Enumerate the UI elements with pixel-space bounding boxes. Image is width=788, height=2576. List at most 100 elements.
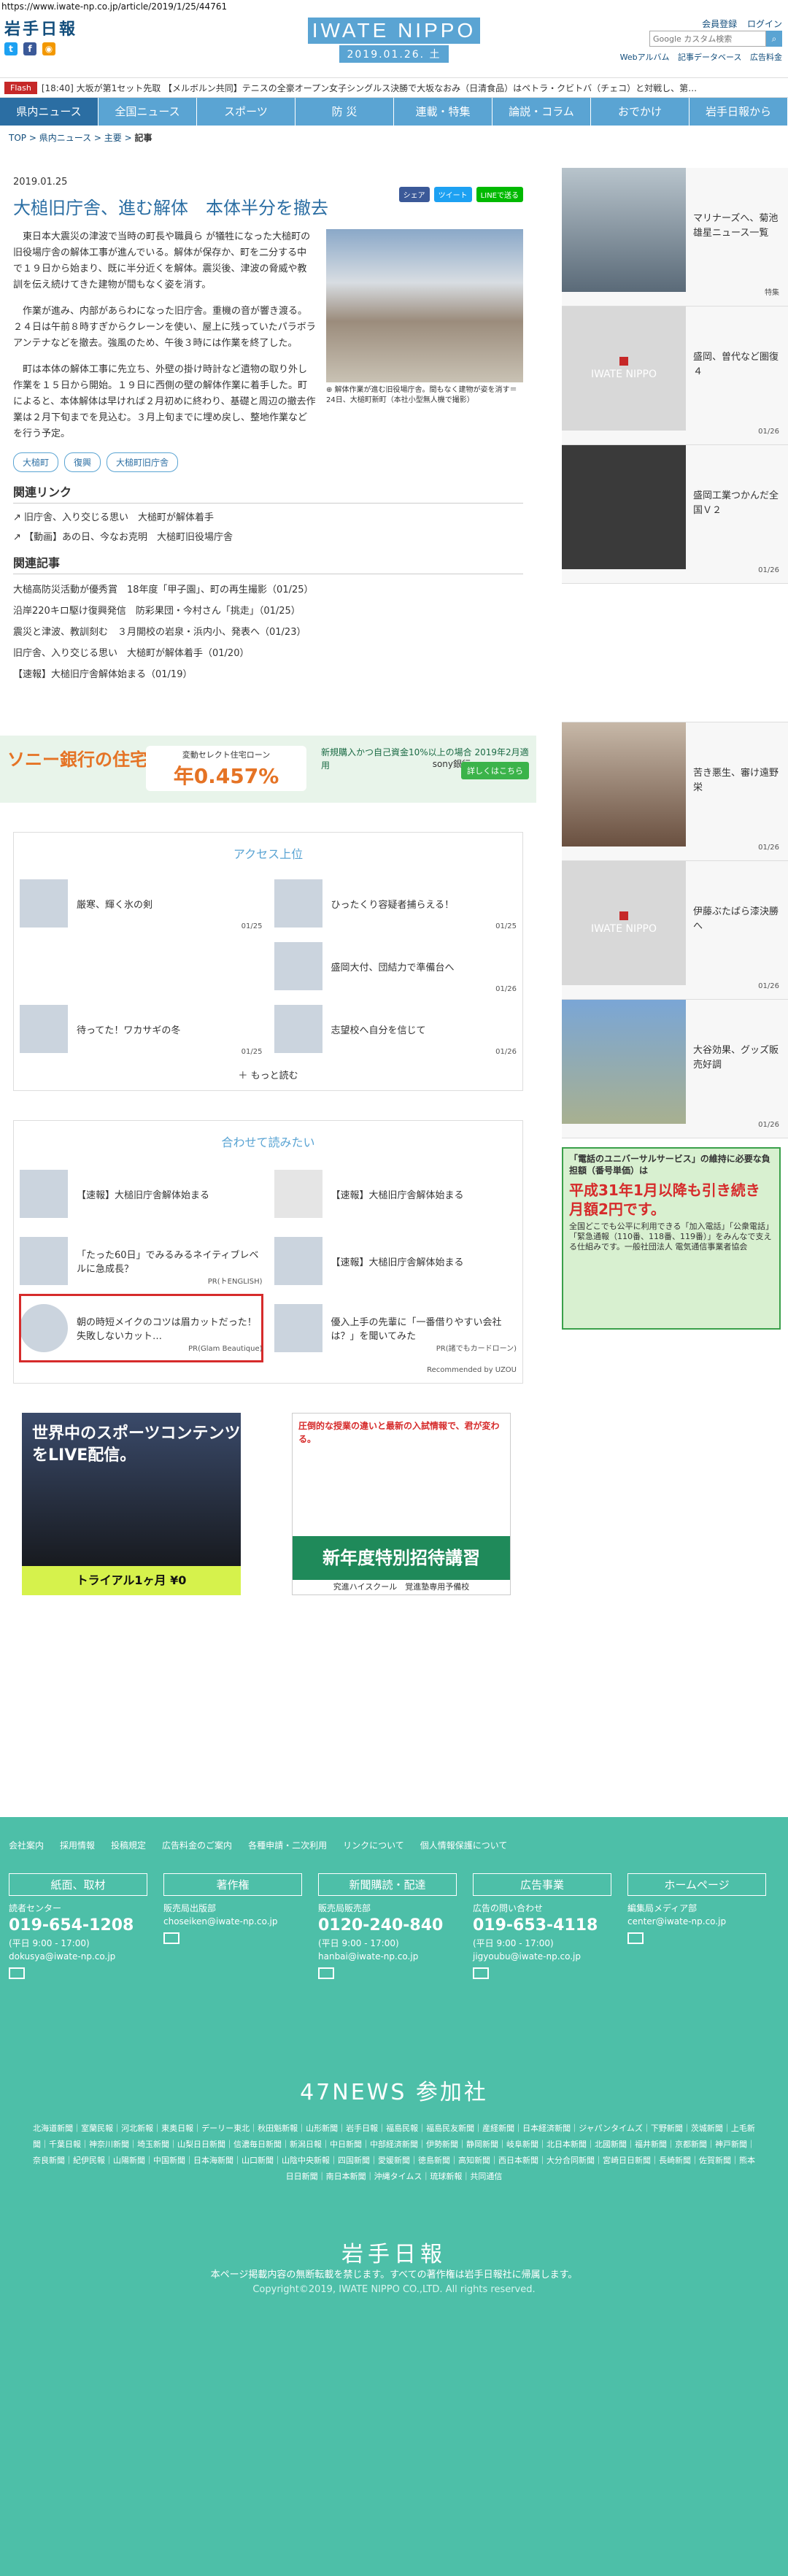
iwate-nippo-placeholder-icon[interactable]: IWATE NIPPO <box>562 306 686 431</box>
flash-ticker[interactable]: Flash [18:40] 大坂が第1セット先取 【メルボルン共同】テニスの全豪… <box>0 77 788 98</box>
thumbnail[interactable] <box>274 1005 322 1053</box>
thumbnail[interactable] <box>274 1304 322 1352</box>
thumbnail[interactable] <box>562 1000 686 1124</box>
mail-icon[interactable] <box>627 1932 644 1944</box>
footer-mail[interactable]: hanbai@iwate-np.co.jp <box>318 1950 457 1963</box>
iwate-nippo-placeholder-icon[interactable]: IWATE NIPPO <box>562 861 686 985</box>
nav-series[interactable]: 連載・特集 <box>394 98 492 126</box>
related-news-item[interactable]: 震災と津波、教訓刻む ３月開校の岩泉・浜内小、発表へ（01/23） <box>13 624 523 638</box>
thumbnail[interactable] <box>20 1170 68 1218</box>
nav-outing[interactable]: おでかけ <box>591 98 690 126</box>
sidebar-item[interactable]: 大谷効果、グッズ販売好調 01/26 <box>562 1000 788 1138</box>
access-item[interactable]: 待ってた！ワカサギの冬 01/25 <box>20 998 263 1060</box>
brand-block[interactable]: IWATE NIPPO 2019.01.26. 土 <box>306 18 482 63</box>
tag-old-building[interactable]: 大槌町旧庁舎 <box>107 452 179 472</box>
mail-icon[interactable] <box>473 1967 489 1979</box>
footer-link[interactable]: リンクについて <box>343 1839 404 1851</box>
footer-link[interactable]: 会社案内 <box>9 1839 44 1851</box>
thumbnail[interactable] <box>562 722 686 847</box>
sublink-ad[interactable]: 広告料金 <box>750 53 782 62</box>
footer-col-heading[interactable]: 著作権 <box>163 1873 302 1896</box>
footer-phone[interactable]: 0120-240-840 <box>318 1915 457 1937</box>
footer-col-heading[interactable]: 新聞購読・配達 <box>318 1873 457 1896</box>
nav-local-news[interactable]: 県内ニュース <box>0 98 98 126</box>
sidebar-item[interactable]: IWATE NIPPO 伊藤ぶたばら漆決勝へ 01/26 <box>562 861 788 1000</box>
footer-col-heading[interactable]: 紙面、取材 <box>9 1873 147 1896</box>
sidebar-item[interactable]: IWATE NIPPO 盛岡、曽代など圏復４ 01/26 <box>562 306 788 445</box>
related-link[interactable]: 【動画】あの日、今なお克明 大槌町旧役場庁舎 <box>13 529 523 543</box>
twitter-icon[interactable]: t <box>4 42 18 55</box>
footer-col-heading[interactable]: ホームページ <box>627 1873 766 1896</box>
related-link[interactable]: 旧庁舎、入り交じる思い 大槌町が解体着手 <box>13 509 523 523</box>
footer-mail[interactable]: dokusya@iwate-np.co.jp <box>9 1950 147 1963</box>
footer-link[interactable]: 各種申請・二次利用 <box>248 1839 327 1851</box>
related-news-item[interactable]: 旧庁舎、入り交じる思い 大槌町が解体着手（01/20） <box>13 645 523 659</box>
juku-ad[interactable]: 圧倒的な授業の違いと最新の入試情報で、君が変わる。 新年度特別招待講習 究進ハイ… <box>292 1413 511 1595</box>
flash-text[interactable]: [18:40] 大坂が第1セット先取 【メルボルン共同】テニスの全豪オープン女子… <box>42 82 697 94</box>
ad-details-button[interactable]: 詳しくはこちら <box>461 762 529 779</box>
thumbnail[interactable] <box>562 168 686 292</box>
footer-col-heading[interactable]: 広告事業 <box>473 1873 611 1896</box>
footer-mail[interactable]: jigyoubu@iwate-np.co.jp <box>473 1950 611 1963</box>
login-link[interactable]: ログイン <box>747 19 782 29</box>
mail-icon[interactable] <box>9 1967 25 1979</box>
access-item[interactable]: 志望校へ自分を信じて 01/26 <box>274 998 517 1060</box>
sidebar-item[interactable]: 盛岡工業つかんだ全国Ｖ２ 01/26 <box>562 445 788 584</box>
sublink-database[interactable]: 記事データベース <box>678 53 741 62</box>
thumbnail[interactable] <box>20 1237 68 1285</box>
register-link[interactable]: 会員登録 <box>702 19 737 29</box>
mail-icon[interactable] <box>163 1932 179 1944</box>
share-twitter-button[interactable]: ツイート <box>433 187 472 202</box>
breadcrumb-top[interactable]: TOP <box>9 133 26 143</box>
tag-otsuchi[interactable]: 大槌町 <box>13 452 59 472</box>
site-logo[interactable]: 岩手日報 <box>4 16 77 39</box>
nav-national-news[interactable]: 全国ニュース <box>98 98 197 126</box>
facebook-icon[interactable]: f <box>23 42 36 55</box>
related-news-item[interactable]: 【速報】大槌旧庁舎解体始まる（01/19） <box>13 666 523 680</box>
recommend-item-highlighted[interactable]: 朝の時短メイクのコツは眉カットだった！失敗しないカット… PR(Glam Beau… <box>19 1294 263 1362</box>
related-news-item[interactable]: 大槌高防災活動が優秀賞 18年度「甲子園」、町の再生撮影（01/25） <box>13 582 523 595</box>
access-item[interactable]: ひったくり容疑者捕らえる！ 01/25 <box>274 872 517 935</box>
thumbnail[interactable] <box>274 1237 322 1285</box>
footer-link[interactable]: 広告料金のご案内 <box>162 1839 232 1851</box>
footer-logo[interactable]: 岩手日報 <box>0 2236 788 2268</box>
sublink-album[interactable]: Webアルバム <box>620 53 670 62</box>
footer-link[interactable]: 個人情報保護について <box>420 1839 508 1851</box>
access-item[interactable]: 盛岡大付、団結力で準備台へ 01/26 <box>274 935 517 998</box>
footer-mail[interactable]: center@iwate-np.co.jp <box>627 1915 766 1928</box>
footer-link[interactable]: 採用情報 <box>60 1839 95 1851</box>
nav-column[interactable]: 論説・コラム <box>492 98 591 126</box>
news47-papers[interactable]: 北海道新聞｜室蘭民報｜河北新報｜東奥日報｜デーリー東北｜秋田魁新報｜山形新聞｜岩… <box>0 2106 788 2199</box>
zoom-icon[interactable]: ⊕ <box>326 386 335 394</box>
recommend-item[interactable]: 「たった60日」でみるみるネイティブレベルに急成長？ PR(トENGLISH) <box>20 1227 263 1295</box>
nav-from-nippo[interactable]: 岩手日報から <box>690 98 788 126</box>
footer-link[interactable]: 投稿規定 <box>111 1839 146 1851</box>
nav-sports[interactable]: スポーツ <box>197 98 296 126</box>
dazn-ad-cta[interactable]: トライアル1ヶ月 ¥0 <box>22 1566 241 1595</box>
recommend-credit[interactable]: Recommended by UZOU <box>20 1366 517 1374</box>
search-input[interactable] <box>649 31 766 47</box>
recommend-item[interactable]: 【速報】大槌旧庁舎解体始まる <box>274 1160 517 1227</box>
breadcrumb-local[interactable]: 県内ニュース <box>39 133 91 143</box>
rss-icon[interactable]: ◉ <box>42 42 55 55</box>
recommend-item[interactable]: 【速報】大槌旧庁舎解体始まる <box>20 1160 263 1227</box>
access-item[interactable]: 厳寒、輝く氷の剣 01/25 <box>20 872 263 935</box>
search-button[interactable]: ⌕ <box>766 31 782 47</box>
sidebar-item[interactable]: 苦き悪生、審け遠野栄 01/26 <box>562 722 788 861</box>
sidebar-item[interactable]: マリナーズへ、菊池雄星ニュース一覧 特集 <box>562 168 788 306</box>
article-photo-image[interactable] <box>326 229 523 382</box>
share-line-button[interactable]: LINEで送る <box>476 187 523 202</box>
dazn-ad[interactable]: 世界中のスポーツコンテンツをLIVE配信。 トライアル1ヶ月 ¥0 <box>22 1413 241 1595</box>
footer-phone[interactable]: 019-654-1208 <box>9 1915 147 1937</box>
url-bar[interactable]: https://www.iwate-np.co.jp/article/2019/… <box>0 0 788 13</box>
share-facebook-button[interactable]: シェア <box>398 187 430 202</box>
related-news-item[interactable]: 沿岸220キロ駆け復興発信 防彩果団・今村さん「挑走」（01/25） <box>13 603 523 617</box>
footer-mail[interactable]: choseiken@iwate-np.co.jp <box>163 1915 302 1928</box>
recommend-item[interactable]: 優入上手の先輩に「一番借りやすい会社は？」を聞いてみた PR(諸でもカードローン) <box>274 1295 517 1362</box>
recommend-item[interactable]: 【速報】大槌旧庁舎解体始まる <box>274 1227 517 1295</box>
thumbnail[interactable] <box>274 879 322 928</box>
thumbnail[interactable] <box>562 445 686 569</box>
breadcrumb-main[interactable]: 主要 <box>104 133 122 143</box>
universal-service-ad[interactable]: 「電話のユニバーサルサービス」の維持に必要な負担額（番号単価）は 平成31年1月… <box>562 1147 781 1330</box>
sony-bank-ad[interactable]: ソニー銀行の住宅ローン 変動セレクト住宅ローン 年0.457% 新規購入かつ自己資… <box>0 736 536 803</box>
